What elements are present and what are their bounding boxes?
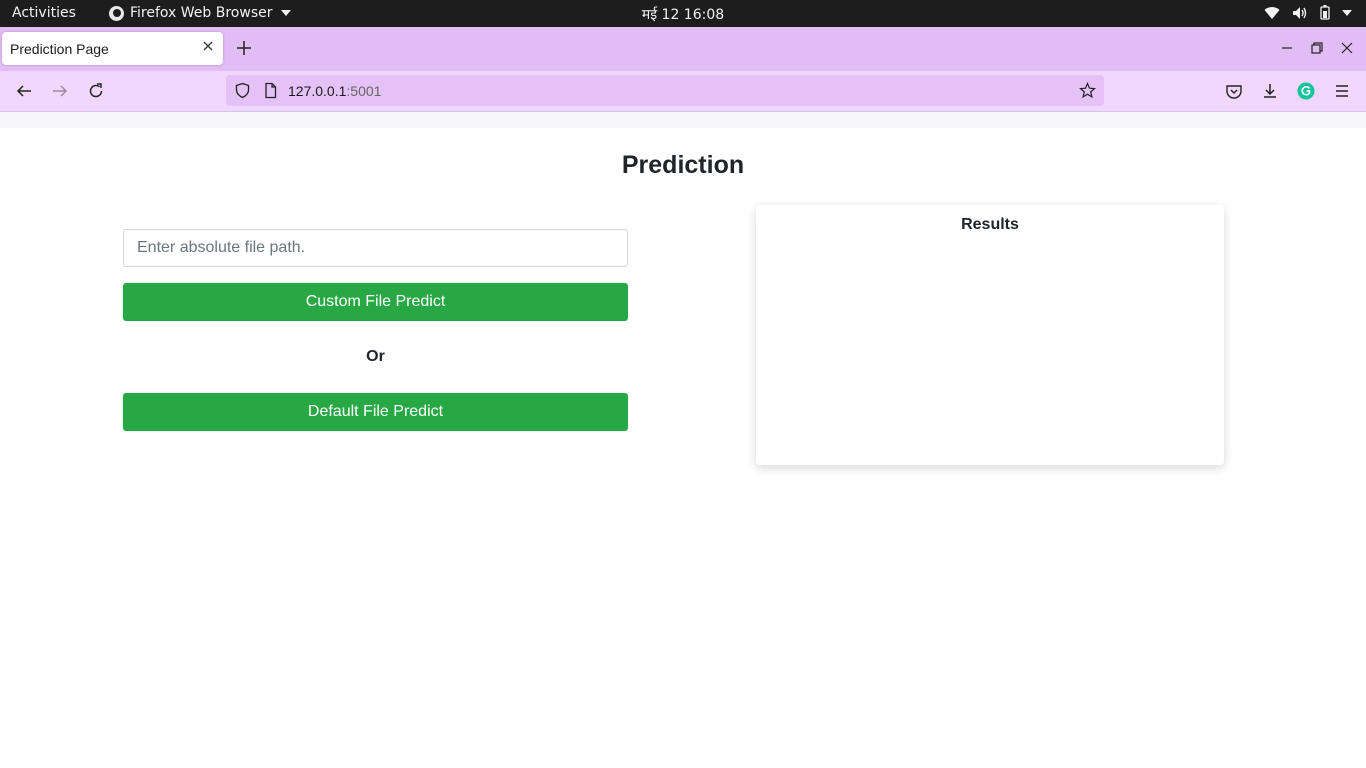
address-bar[interactable]: 127.0.0.1:5001 [226, 75, 1104, 106]
navigation-toolbar: 127.0.0.1:5001 [0, 71, 1366, 112]
url-text[interactable]: 127.0.0.1:5001 [288, 83, 381, 99]
pocket-icon[interactable] [1225, 82, 1243, 100]
results-card: Results [756, 205, 1224, 465]
page-info-icon[interactable] [262, 82, 279, 99]
downloads-icon[interactable] [1261, 82, 1279, 100]
custom-file-predict-button[interactable]: Custom File Predict [123, 283, 628, 321]
results-title: Results [961, 216, 1019, 233]
or-separator: Or [366, 348, 385, 365]
reload-icon[interactable] [87, 82, 105, 100]
system-top-bar: Activities Firefox Web Browser मई 12 16:… [0, 0, 1366, 27]
bookmark-star-icon[interactable] [1079, 82, 1096, 99]
tab-strip: Prediction Page [0, 27, 1366, 71]
new-tab-icon[interactable] [235, 39, 253, 57]
forward-icon[interactable] [51, 82, 69, 100]
system-status-area[interactable] [1264, 5, 1352, 20]
url-host: 127.0.0.1 [288, 83, 347, 99]
grammarly-extension-icon[interactable] [1297, 82, 1315, 100]
close-tab-icon[interactable] [201, 39, 215, 53]
wifi-icon [1264, 6, 1280, 20]
file-path-input[interactable] [123, 229, 628, 267]
tracking-protection-shield-icon[interactable] [234, 82, 251, 99]
url-port: :5001 [346, 83, 382, 99]
restore-icon[interactable] [1310, 41, 1324, 55]
close-window-icon[interactable] [1340, 41, 1354, 55]
hamburger-menu-icon[interactable] [1333, 82, 1351, 100]
minimize-icon[interactable] [1280, 41, 1294, 55]
tab-title: Prediction Page [10, 41, 109, 57]
power-menu-caret-icon [1342, 9, 1352, 17]
back-icon[interactable] [15, 82, 33, 100]
tab-prediction-page[interactable]: Prediction Page [2, 32, 223, 65]
page-title: Prediction [621, 151, 745, 179]
default-file-predict-button[interactable]: Default File Predict [123, 393, 628, 431]
clock[interactable]: मई 12 16:08 [0, 5, 1366, 24]
volume-icon [1292, 6, 1308, 20]
battery-icon [1320, 5, 1330, 20]
page-top-strip [0, 112, 1366, 128]
